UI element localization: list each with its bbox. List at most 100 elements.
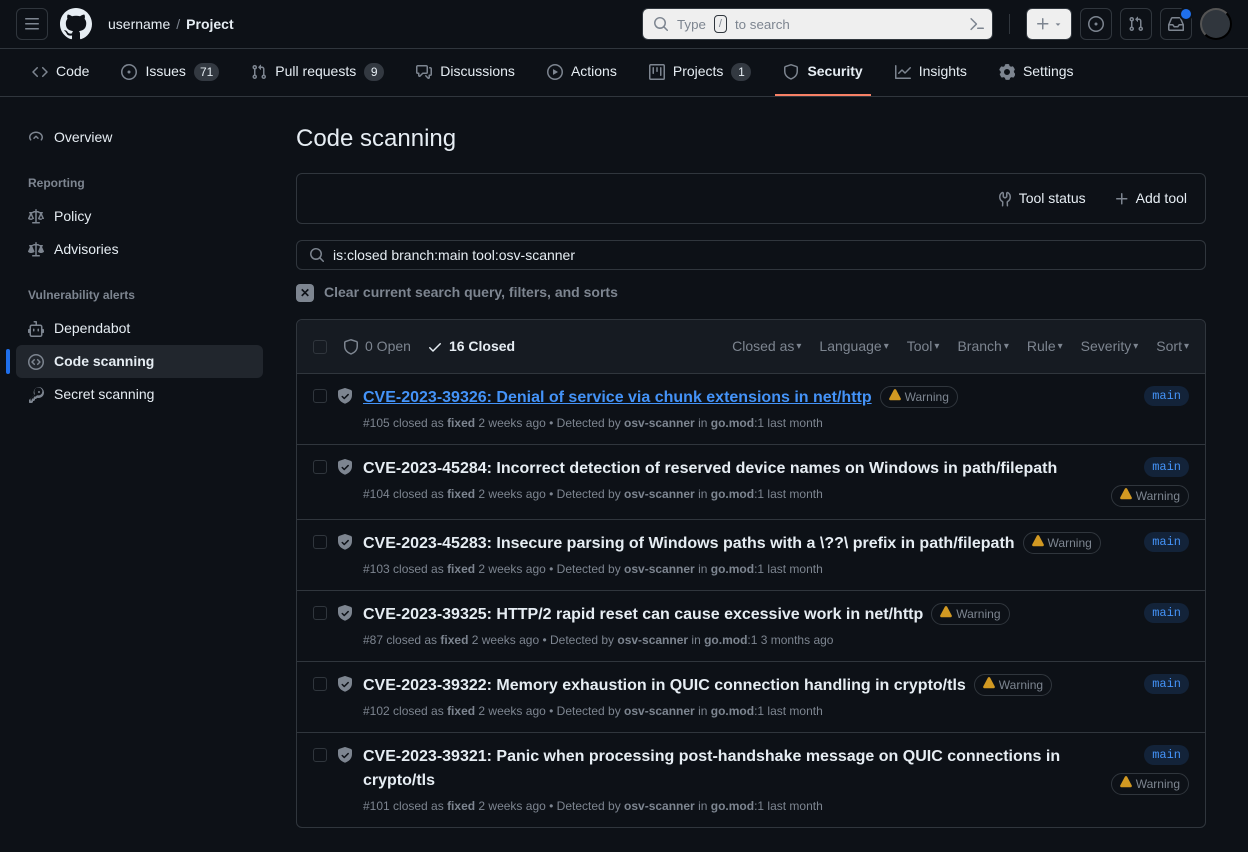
play-icon xyxy=(547,64,563,80)
alert-row: CVE-2023-39325: HTTP/2 rapid reset can c… xyxy=(297,591,1205,662)
project-icon xyxy=(649,64,665,80)
sidebar-overview[interactable]: Overview xyxy=(16,121,263,154)
sidebar-item-dependabot[interactable]: Dependabot xyxy=(16,312,263,345)
nav-settings[interactable]: Settings xyxy=(991,49,1082,96)
branch-pill[interactable]: main xyxy=(1144,603,1189,623)
dependabot-icon xyxy=(28,321,44,337)
shield-icon xyxy=(343,339,359,355)
alert-row: CVE-2023-45283: Insecure parsing of Wind… xyxy=(297,520,1205,591)
github-logo[interactable] xyxy=(56,8,96,40)
alert-title-link[interactable]: CVE-2023-39322: Memory exhaustion in QUI… xyxy=(363,674,966,698)
command-palette-icon xyxy=(969,16,985,32)
row-checkbox[interactable] xyxy=(313,748,327,762)
add-tool-button[interactable]: Add tool xyxy=(1104,182,1197,215)
alert-search[interactable] xyxy=(296,240,1206,270)
row-checkbox[interactable] xyxy=(313,677,327,691)
toolbar: Tool status Add tool xyxy=(296,173,1206,224)
issues-global-button[interactable] xyxy=(1080,8,1112,40)
page-title: Code scanning xyxy=(296,121,1206,157)
sidebar-section-title: Reporting xyxy=(16,166,263,200)
alert-title-link[interactable]: CVE-2023-39326: Denial of service via ch… xyxy=(363,386,872,410)
sidebar-item-code-scanning[interactable]: Code scanning xyxy=(16,345,263,378)
branch-pill[interactable]: main xyxy=(1144,457,1189,477)
nav-security[interactable]: Security xyxy=(775,49,870,96)
filter-rule[interactable]: Rule ▾ xyxy=(1027,336,1063,357)
alert-row: CVE-2023-39321: Panic when processing po… xyxy=(297,733,1205,827)
alert-title-link[interactable]: CVE-2023-45284: Incorrect detection of r… xyxy=(363,457,1057,481)
repo-nav: Code Issues71 Pull requests9 Discussions Act… xyxy=(0,49,1248,97)
code-icon xyxy=(32,64,48,80)
filter-sort[interactable]: Sort ▾ xyxy=(1156,336,1189,357)
pull-requests-global-button[interactable] xyxy=(1120,8,1152,40)
severity-badge: Warning xyxy=(880,386,958,408)
alert-icon xyxy=(940,606,952,618)
plus-icon xyxy=(1114,191,1130,207)
nav-issues[interactable]: Issues71 xyxy=(113,49,227,96)
nav-discussions[interactable]: Discussions xyxy=(408,49,523,96)
sidebar-item-advisories[interactable]: Advisories xyxy=(16,233,263,266)
triangle-down-icon: ▾ xyxy=(934,339,939,354)
notifications-button[interactable] xyxy=(1160,8,1192,40)
shield-check-icon xyxy=(337,459,353,507)
tool-status-button[interactable]: Tool status xyxy=(987,182,1096,215)
menu-button[interactable] xyxy=(16,8,48,40)
create-new-button[interactable] xyxy=(1026,8,1072,40)
clear-filters-link[interactable]: ✕ Clear current search query, filters, a… xyxy=(296,282,1206,303)
triangle-down-icon: ▾ xyxy=(1004,339,1009,354)
shield-check-icon xyxy=(337,605,353,649)
triangle-down-icon xyxy=(1053,19,1063,29)
alert-title-link[interactable]: CVE-2023-39321: Panic when processing po… xyxy=(363,745,1093,793)
nav-actions[interactable]: Actions xyxy=(539,49,625,96)
triangle-down-icon: ▾ xyxy=(884,339,889,354)
advisory-icon xyxy=(28,242,44,258)
alert-row: CVE-2023-45284: Incorrect detection of r… xyxy=(297,445,1205,520)
filter-language[interactable]: Language ▾ xyxy=(819,336,888,357)
plus-icon xyxy=(1035,16,1051,32)
breadcrumb-repo[interactable]: Project xyxy=(186,14,233,35)
row-checkbox[interactable] xyxy=(313,460,327,474)
filter-severity[interactable]: Severity ▾ xyxy=(1081,336,1139,357)
nav-code[interactable]: Code xyxy=(24,49,97,96)
branch-pill[interactable]: main xyxy=(1144,386,1189,406)
filter-closed-as[interactable]: Closed as ▾ xyxy=(732,336,801,357)
alert-title-link[interactable]: CVE-2023-39325: HTTP/2 rapid reset can c… xyxy=(363,603,923,627)
closed-toggle[interactable]: 16 Closed xyxy=(427,336,515,357)
search-icon xyxy=(309,247,325,263)
pr-icon xyxy=(251,64,267,80)
x-icon: ✕ xyxy=(296,284,314,302)
branch-pill[interactable]: main xyxy=(1144,532,1189,552)
breadcrumb-owner[interactable]: username xyxy=(108,14,170,35)
alert-search-input[interactable] xyxy=(333,247,1193,263)
filter-branch[interactable]: Branch ▾ xyxy=(957,336,1008,357)
severity-badge: Warning xyxy=(1111,485,1189,507)
security-sidebar: Overview ReportingPolicyAdvisoriesVulner… xyxy=(0,97,280,852)
gear-icon xyxy=(999,64,1015,80)
alert-meta: #101 closed as fixed 2 weeks ago • Detec… xyxy=(363,797,1093,815)
alert-meta: #104 closed as fixed 2 weeks ago • Detec… xyxy=(363,485,1093,503)
sidebar-item-policy[interactable]: Policy xyxy=(16,200,263,233)
nav-projects[interactable]: Projects1 xyxy=(641,49,760,96)
law-icon xyxy=(28,209,44,225)
nav-pull-requests[interactable]: Pull requests9 xyxy=(243,49,392,96)
row-checkbox[interactable] xyxy=(313,606,327,620)
shield-check-icon xyxy=(337,747,353,815)
open-toggle[interactable]: 0 Open xyxy=(343,336,411,357)
global-search[interactable]: Type / to search xyxy=(642,8,962,40)
alert-icon xyxy=(889,389,901,401)
nav-insights[interactable]: Insights xyxy=(887,49,975,96)
branch-pill[interactable]: main xyxy=(1144,745,1189,765)
select-all-checkbox[interactable] xyxy=(313,340,327,354)
branch-pill[interactable]: main xyxy=(1144,674,1189,694)
triangle-down-icon: ▾ xyxy=(1058,339,1063,354)
filter-tool[interactable]: Tool ▾ xyxy=(907,336,940,357)
alert-icon xyxy=(1120,776,1132,788)
alert-title-link[interactable]: CVE-2023-45283: Insecure parsing of Wind… xyxy=(363,532,1015,556)
user-avatar[interactable] xyxy=(1200,8,1232,40)
row-checkbox[interactable] xyxy=(313,389,327,403)
row-checkbox[interactable] xyxy=(313,535,327,549)
alert-row: CVE-2023-39326: Denial of service via ch… xyxy=(297,374,1205,445)
search-icon xyxy=(653,16,669,32)
meter-icon xyxy=(28,130,44,146)
command-palette-button[interactable] xyxy=(961,8,993,40)
sidebar-item-secret-scanning[interactable]: Secret scanning xyxy=(16,378,263,411)
